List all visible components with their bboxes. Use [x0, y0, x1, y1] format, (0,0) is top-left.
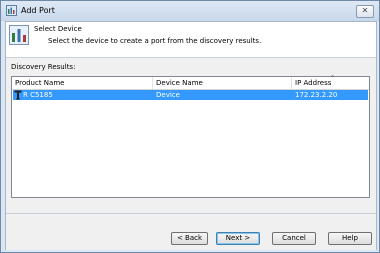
- sort-ascending-icon: ^: [330, 75, 336, 82]
- back-button[interactable]: < Back: [171, 232, 208, 245]
- table-row[interactable]: R C5185 Device 172.23.2.20: [13, 90, 368, 100]
- step-description: Select the device to create a port from …: [48, 37, 262, 45]
- add-port-dialog: Add Port ✕ Select Device Select the devi…: [0, 0, 380, 253]
- wizard-footer: < Back Next > Cancel Help: [6, 213, 376, 250]
- discovery-results-label: Discovery Results:: [11, 63, 76, 71]
- wizard-body: Discovery Results: Product Name Device N…: [6, 58, 376, 213]
- column-header-device-name[interactable]: Device Name: [153, 77, 292, 89]
- column-header-ip-address[interactable]: IP Address ^: [292, 75, 369, 89]
- add-port-icon: [6, 5, 17, 16]
- cell-product-name: R C5185: [23, 91, 53, 99]
- title-bar[interactable]: Add Port ✕: [1, 1, 379, 21]
- step-title: Select Device: [34, 25, 82, 33]
- window-title: Add Port: [21, 6, 55, 15]
- device-wizard-icon: [9, 25, 29, 45]
- list-header: Product Name Device Name IP Address ^: [12, 75, 369, 90]
- cell-ip-address: 172.23.2.20: [295, 91, 338, 99]
- help-button[interactable]: Help: [328, 232, 372, 245]
- column-header-ip-address-label: IP Address: [295, 79, 332, 87]
- cell-device-name: Device: [156, 91, 180, 99]
- next-button[interactable]: Next >: [216, 232, 260, 245]
- discovery-results-list[interactable]: Product Name Device Name IP Address ^ R …: [11, 76, 370, 198]
- cancel-button[interactable]: Cancel: [272, 232, 316, 245]
- wizard-header: Select Device Select the device to creat…: [6, 22, 376, 58]
- close-button[interactable]: ✕: [356, 5, 374, 18]
- dialog-client: Select Device Select the device to creat…: [5, 21, 377, 250]
- column-header-product-name[interactable]: Product Name: [12, 77, 153, 89]
- printer-icon: [14, 90, 22, 100]
